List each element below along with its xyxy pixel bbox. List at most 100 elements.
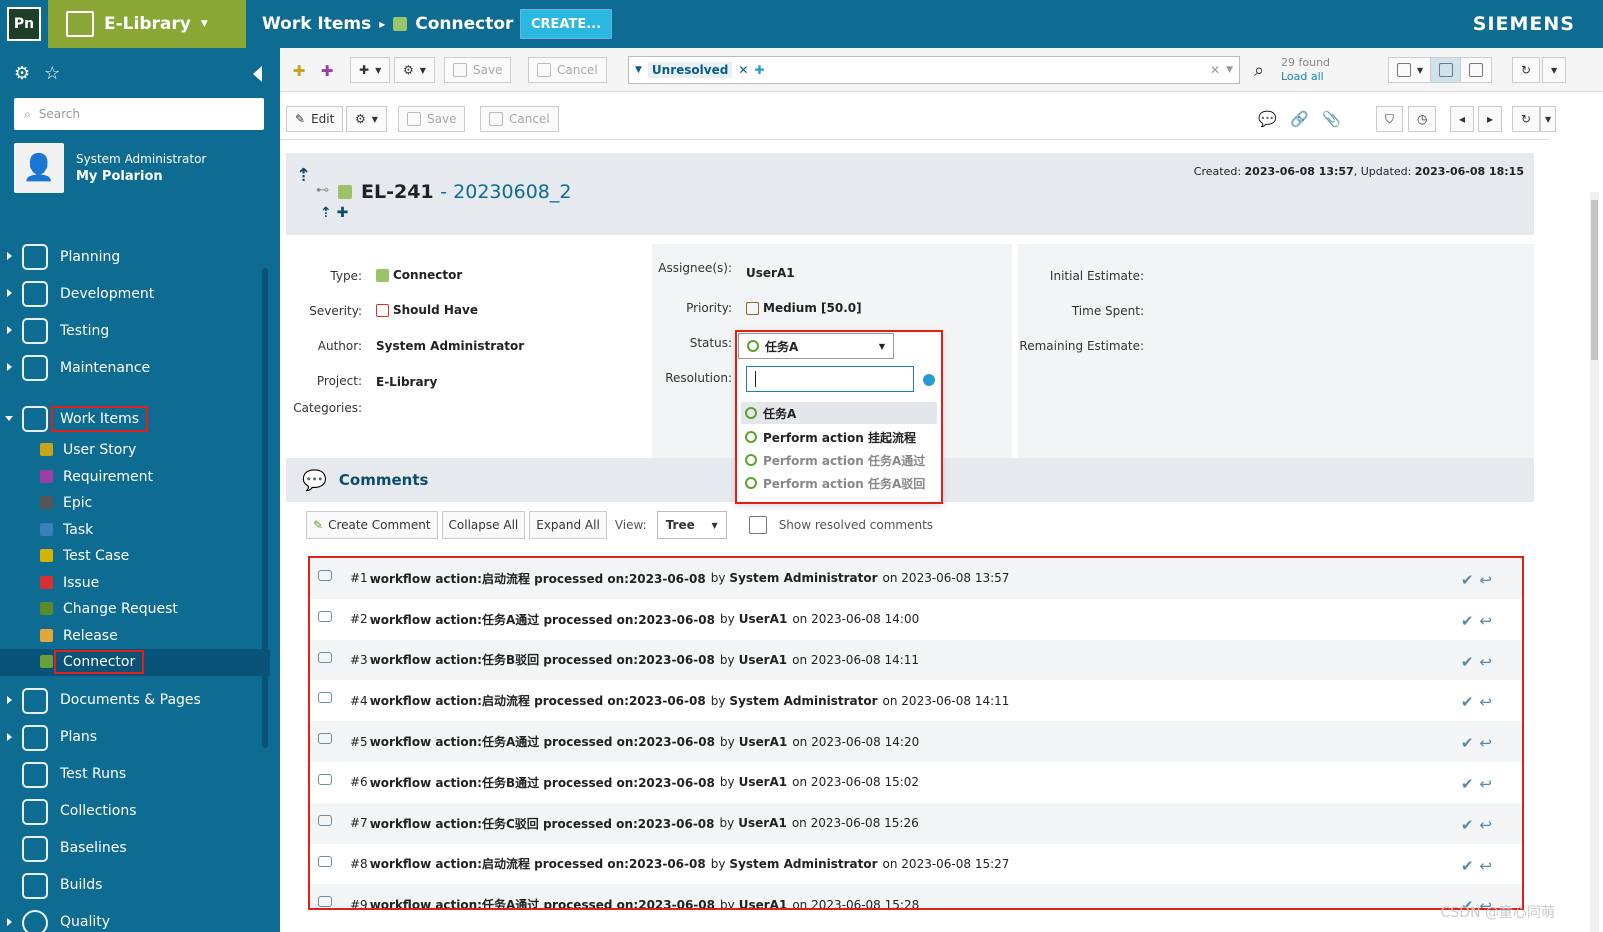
refresh-dropdown[interactable]: ▼: [1542, 57, 1567, 83]
main-scrollbar[interactable]: [1590, 192, 1599, 932]
comment-actions[interactable]: ✔↩: [1461, 693, 1498, 711]
expand-icon[interactable]: [7, 917, 12, 926]
show-resolved-checkbox[interactable]: [748, 516, 767, 534]
comment-actions[interactable]: ✔↩: [1461, 653, 1498, 671]
user-panel[interactable]: 👤 System Administrator My Polarion: [14, 143, 274, 193]
sidebar-subitem-task[interactable]: Task: [0, 517, 270, 544]
new-linked-item-icon[interactable]: ✚: [318, 62, 336, 80]
tree-view-button[interactable]: [1460, 57, 1492, 83]
my-polarion-link[interactable]: My Polarion: [76, 169, 206, 184]
query-input[interactable]: ▼ Unresolved ✕ ✚ ✕ ▼: [628, 56, 1240, 84]
item-actions-dropdown[interactable]: ⚙ ▼: [346, 106, 387, 132]
chevron-down-icon[interactable]: ▼: [635, 65, 642, 75]
clear-filter-icon[interactable]: [923, 374, 935, 386]
sidebar-subitem-test-case[interactable]: Test Case: [0, 543, 270, 570]
expand-icon[interactable]: [7, 289, 12, 297]
filter-button[interactable]: ⛉: [1376, 106, 1404, 132]
sidebar-subitem-change-request[interactable]: Change Request: [0, 596, 270, 623]
comment-row[interactable]: #1 workflow action:启动流程 processed on:2023…: [310, 558, 1522, 599]
status-option[interactable]: Perform action 挂起流程: [741, 426, 937, 448]
comment-actions[interactable]: ✔↩: [1461, 734, 1498, 752]
sidebar-item-documents[interactable]: Documents & Pages: [0, 682, 270, 719]
comment-actions[interactable]: ✔↩: [1461, 775, 1498, 793]
comment-actions[interactable]: ✔↩: [1461, 816, 1498, 834]
sidebar-item-work-items[interactable]: Work Items: [0, 400, 270, 437]
sidebar-item-planning[interactable]: Planning: [0, 238, 270, 275]
collapse-sidebar-icon[interactable]: [253, 66, 262, 82]
refresh-button[interactable]: ↻: [1512, 57, 1541, 83]
sidebar-subitem-release[interactable]: Release: [0, 623, 270, 650]
cancel-button[interactable]: Cancel: [528, 57, 607, 83]
view-select[interactable]: Tree ▼: [656, 511, 727, 539]
create-button[interactable]: CREATE...: [520, 9, 613, 39]
sidebar-item-collections[interactable]: Collections: [0, 793, 270, 830]
sidebar-item-baselines[interactable]: Baselines: [0, 830, 270, 867]
sidebar-subitem-user-story[interactable]: User Story: [0, 437, 270, 464]
item-cancel-button[interactable]: Cancel: [480, 106, 559, 132]
add-child-icon[interactable]: ⇡ ✚: [320, 205, 348, 221]
search-icon[interactable]: ⌕: [1250, 60, 1268, 81]
history-button[interactable]: ◷: [1408, 106, 1437, 132]
comment-row[interactable]: #2 workflow action:任务A通过 processed on:202…: [310, 599, 1522, 640]
expand-icon[interactable]: [7, 252, 12, 260]
save-button[interactable]: Save: [444, 57, 512, 83]
sidebar-subitem-requirement[interactable]: Requirement: [0, 464, 270, 491]
comment-actions[interactable]: ✔↩: [1461, 612, 1498, 630]
sidebar-subitem-issue[interactable]: Issue: [0, 570, 270, 597]
parent-arrow-icon[interactable]: ⇡: [296, 165, 311, 186]
polarion-logo[interactable]: Pn: [0, 0, 48, 48]
star-icon[interactable]: ☆: [44, 63, 60, 84]
clear-query-icon[interactable]: ✕: [1210, 63, 1220, 77]
remove-tag-icon[interactable]: ✕: [738, 63, 748, 77]
status-select[interactable]: 任务A ▼: [738, 333, 894, 359]
add-filter-icon[interactable]: ✚: [754, 63, 764, 77]
sidebar-item-development[interactable]: Development: [0, 275, 270, 312]
expand-icon[interactable]: [7, 695, 12, 704]
collapse-icon[interactable]: [5, 416, 13, 421]
status-filter-input[interactable]: [746, 366, 914, 392]
comment-actions[interactable]: ✔↩: [1461, 857, 1498, 875]
project-selector[interactable]: E-Library ▼: [48, 0, 246, 48]
new-item-icon[interactable]: ✚: [290, 62, 308, 80]
status-option[interactable]: 任务A: [741, 402, 937, 424]
columns-dropdown[interactable]: ▼: [1388, 57, 1433, 83]
edit-button[interactable]: ✎ Edit: [286, 106, 344, 132]
next-button[interactable]: ▸: [1478, 106, 1503, 132]
sidebar-search[interactable]: ⌕ Search: [14, 98, 264, 130]
comment-row[interactable]: #7 workflow action:任务C驳回 processed on:202…: [310, 802, 1522, 844]
comment-row[interactable]: #8 workflow action:启动流程 processed on:2023…: [310, 844, 1522, 885]
create-comment-button[interactable]: ✎ Create Comment: [306, 511, 438, 539]
attachment-icon[interactable]: 📎: [1322, 110, 1341, 128]
expand-all-button[interactable]: Expand All: [529, 511, 607, 539]
comment-row[interactable]: #6 workflow action:任务B通过 processed on:202…: [310, 762, 1522, 803]
comment-row[interactable]: #5 workflow action:任务A通过 processed on:202…: [310, 721, 1522, 762]
comment-actions[interactable]: ✔↩: [1461, 571, 1498, 589]
expand-icon[interactable]: [7, 732, 12, 741]
settings-icon[interactable]: ⚙: [14, 63, 30, 84]
item-save-button[interactable]: Save: [398, 106, 466, 132]
status-option[interactable]: Perform action 任务A驳回: [741, 472, 937, 494]
add-dropdown[interactable]: ✚ ▼: [350, 57, 391, 83]
comment-row[interactable]: #4 workflow action:启动流程 processed on:2023…: [310, 680, 1522, 721]
sidebar-subitem-epic[interactable]: Epic: [0, 490, 270, 517]
previous-button[interactable]: ◂: [1450, 106, 1475, 132]
sidebar-item-quality[interactable]: Quality: [0, 904, 270, 932]
sidebar-item-testing[interactable]: Testing: [0, 312, 270, 349]
split-view-button[interactable]: [1430, 57, 1462, 83]
collapse-all-button[interactable]: Collapse All: [441, 511, 526, 539]
sidebar-item-builds[interactable]: Builds: [0, 867, 270, 904]
sidebar-item-plans[interactable]: Plans: [0, 719, 270, 756]
expand-icon[interactable]: [7, 326, 12, 334]
status-option[interactable]: Perform action 任务A通过: [741, 449, 937, 471]
comment-row[interactable]: #3 workflow action:任务B驳回 processed on:202…: [310, 639, 1522, 681]
sidebar-subitem-connector[interactable]: Connector: [0, 649, 270, 676]
chevron-down-icon[interactable]: ▼: [1226, 65, 1233, 75]
breadcrumb-connector[interactable]: Connector: [415, 14, 513, 34]
comment-row[interactable]: #9 workflow action:任务A通过 processed on:202…: [310, 884, 1522, 908]
breadcrumb-work-items[interactable]: Work Items: [262, 14, 371, 34]
expand-icon[interactable]: [7, 363, 12, 371]
item-refresh-button[interactable]: ↻: [1512, 106, 1541, 132]
comment-icon[interactable]: 💬: [1258, 110, 1277, 128]
item-refresh-dropdown[interactable]: ▼: [1540, 106, 1557, 132]
sidebar-item-maintenance[interactable]: Maintenance: [0, 349, 270, 386]
